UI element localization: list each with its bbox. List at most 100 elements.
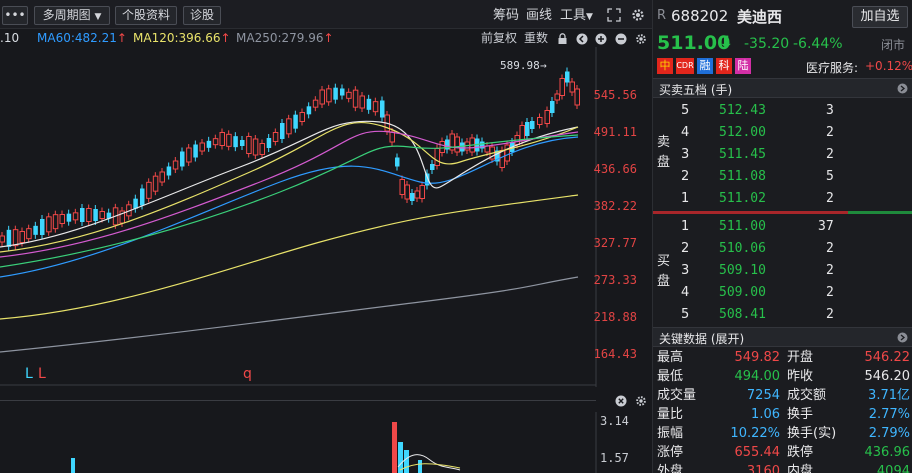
candle-body [499,150,505,168]
key-data-table: 最高 549.82 开盘 546.22 最低 494.00 昨收 546.20 成交量 7254 成… [653,348,912,473]
diagnose-button[interactable]: 诊股 [183,6,221,25]
candle-body [186,147,192,163]
candle-body [180,151,185,167]
stock-info-button[interactable]: 个股资料 [115,6,177,25]
down-arrow-icon: ⬇ [719,33,734,53]
candle-body [306,106,312,115]
candle-body [537,117,543,125]
price-axis-label: 327.77 [593,236,637,250]
candle-body [146,181,152,199]
candle-body [366,98,372,110]
multi-period-button[interactable]: 多周期图 ▼ [34,6,110,25]
industry-label[interactable]: 医疗服务: [806,59,858,76]
volume-header: 3.14 [0,392,652,428]
tag-row: 中 CDR 融 科 陆 医疗服务: +0.12% [653,57,912,77]
candle-body [159,171,165,183]
candle-body [340,88,345,96]
candle-body [99,211,105,219]
candle-body [346,91,352,99]
sell-row[interactable]: 2 511.08 5 [653,166,853,188]
level-number: 5 [681,307,690,322]
level-number: 2 [681,241,690,256]
buy-row[interactable]: 3 509.10 2 [653,260,853,282]
candle-body [280,123,285,139]
candle-body [293,114,298,129]
candle-body [72,212,79,221]
chips-button[interactable]: 筹码 [493,8,519,24]
candle-body [389,131,395,143]
close-icon[interactable] [615,395,627,411]
candle-body [372,101,379,113]
tools-button[interactable]: 工具▼ [560,8,593,25]
candle-body [454,136,460,153]
chevron-down-icon: ▼ [94,12,102,22]
order-volume: 2 [826,147,834,162]
more-menu-button[interactable]: ••• [2,6,28,25]
candle-body [6,229,12,247]
china-flag-tag: 中 [657,58,673,74]
drawing-button[interactable]: 画线 [526,8,552,24]
candle-body [484,145,490,153]
price-axis-label: 382.22 [593,199,637,213]
key-data-header[interactable]: 关键数据 (展开) [653,327,912,347]
candle-body [226,133,232,147]
candle-body [40,219,45,235]
sell-row[interactable]: 3 511.45 2 [653,144,853,166]
order-volume: 2 [826,263,834,278]
candle-body [66,213,72,222]
key-data-value: 2.79% [868,426,910,441]
candle-body [519,125,525,141]
order-volume: 5 [826,169,834,184]
stock-name: 美迪西 [737,8,783,26]
candle-body [252,138,259,156]
expand-arrow-icon[interactable] [897,83,908,98]
order-price: 511.08 [719,169,766,184]
buy-row[interactable]: 1 511.00 37 [653,216,853,238]
cdr-tag: CDR [676,58,694,74]
add-watchlist-button[interactable]: 加自选 [852,6,908,28]
order-volume: 3 [826,103,834,118]
ma60-legend: MA60:482.21↑ [37,29,127,47]
volume-bar [404,450,409,473]
key-data-value: 546.20 [864,369,911,384]
candle-body [193,144,198,158]
svg-text:589.98: 589.98 [500,59,540,72]
settings-gear-icon[interactable] [635,395,647,411]
candle-body [410,193,415,201]
candle-body [439,141,445,153]
candle-body [166,166,172,176]
price-change-pct: -6.44% [793,36,843,52]
fuquan-button[interactable]: 前复权 [481,29,517,47]
candle-body [550,101,555,113]
settings-gear-icon[interactable] [631,8,645,26]
chongshu-button[interactable]: 重数 [524,29,548,47]
key-data-label: 最低 [657,369,684,384]
sell-row[interactable]: 1 511.02 2 [653,188,853,210]
fullscreen-icon[interactable] [607,8,621,26]
quote-panel: R 688202 美迪西 加自选 511.00 ⬇ -35.20 -6.44% … [652,0,912,473]
buy-row[interactable]: 5 508.41 2 [653,304,853,326]
sell-row[interactable]: 5 512.43 3 [653,100,853,122]
sell-row[interactable]: 4 512.00 2 [653,122,853,144]
buy-row[interactable]: 2 510.06 2 [653,238,853,260]
up-arrow-icon: ↑ [116,31,127,45]
candle-body [380,100,385,118]
candle-body [19,231,25,243]
candle-body [80,208,85,222]
candle-body [152,175,159,192]
candle-body [233,136,238,148]
ma-legend-item: .10 [0,31,20,45]
candle-body [414,190,420,199]
buy-row[interactable]: 4 509.00 2 [653,282,853,304]
price-axis-label: 491.11 [593,125,637,139]
expand-arrow-icon[interactable] [897,332,908,347]
key-data-label: 开盘 [787,350,814,365]
candle-body [266,138,272,148]
candle-body [395,157,400,167]
candle-body [352,89,359,108]
ma250-value: MA250:279.96 [236,31,324,45]
candle-body [46,216,52,233]
orderbook-header: 买卖五档 (手) [653,78,912,98]
volume-chart[interactable]: 1.57 [0,412,652,473]
candlestick-chart[interactable]: 589.98 → L L q [0,47,652,387]
